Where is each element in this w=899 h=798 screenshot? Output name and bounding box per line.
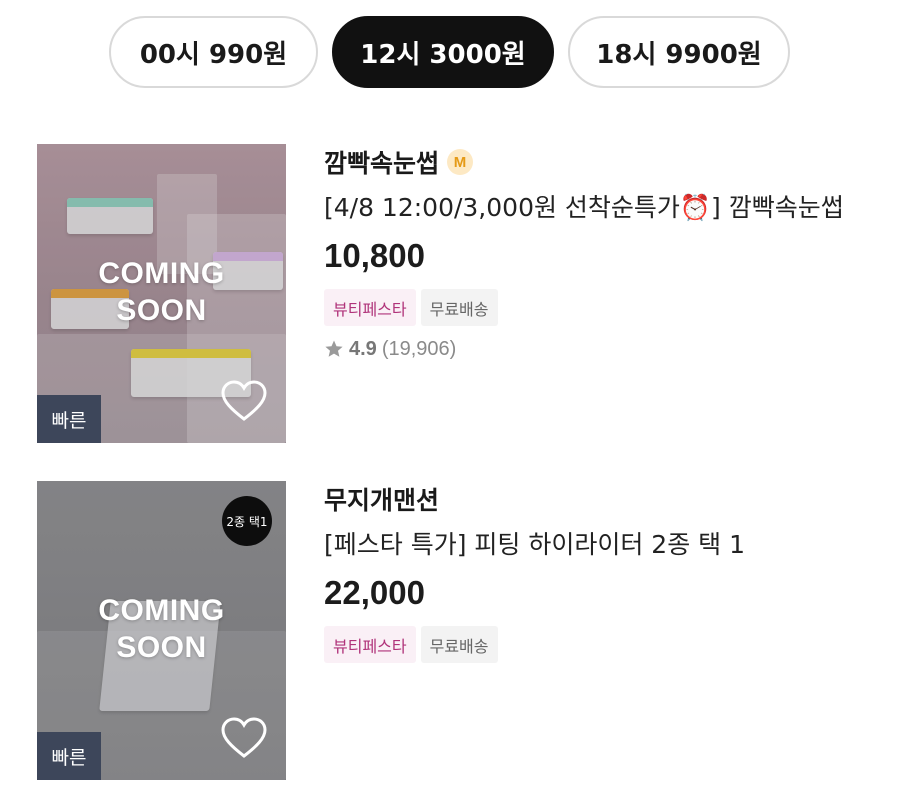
product-card[interactable]: 2종 택1 COMING SOON 빠른 무지개맨션 [페스타 특가] 피팅 하… [37,481,877,781]
product-price: 10,800 [324,237,425,274]
coming-soon-text: COMING SOON [98,594,225,664]
product-info: 무지개맨션 [페스타 특가] 피팅 하이라이터 2종 택 1 22,000 뷰티… [324,481,877,663]
star-icon [325,340,343,357]
tab-00[interactable]: 00시 990원 [109,16,318,88]
rating-score: 4.9 [349,337,377,360]
coming-soon-text: COMING SOON [98,257,225,327]
product-title[interactable]: [4/8 12:00/3,000원 선착순특가⏰] 깜빡속눈썹 [324,190,864,226]
tag-list: 뷰티페스타 무료배송 [324,626,877,663]
tab-12[interactable]: 12시 3000원 [332,16,554,88]
tab-18[interactable]: 18시 9900원 [568,16,790,88]
product-info: 깜빡속눈썹 M [4/8 12:00/3,000원 선착순특가⏰] 깜빡속눈썹 … [324,144,877,363]
tag-beauty-festa: 뷰티페스타 [324,289,416,326]
product-image[interactable]: COMING SOON 빠른 [37,144,286,443]
brand-name[interactable]: 깜빡속눈썹 [324,144,439,180]
product-image[interactable]: 2종 택1 COMING SOON 빠른 [37,481,286,780]
brand-row[interactable]: 무지개맨션 [324,481,877,517]
time-tabs: 00시 990원 12시 3000원 18시 9900원 [109,16,790,88]
brand-name[interactable]: 무지개맨션 [324,481,439,517]
page: 00시 990원 12시 3000원 18시 9900원 COMING SOON… [0,0,899,798]
option-badge: 2종 택1 [222,496,272,546]
heart-icon[interactable] [221,717,267,759]
rating-count: (19,906) [381,337,457,360]
fast-delivery-badge: 빠른 [37,395,101,443]
tag-free-shipping: 무료배송 [420,626,498,663]
product-title[interactable]: [페스타 특가] 피팅 하이라이터 2종 택 1 [324,527,864,563]
rating-row: 4.9 (19,906) [324,335,877,363]
product-price: 22,000 [324,574,425,611]
tag-beauty-festa: 뷰티페스타 [324,626,416,663]
fast-delivery-badge: 빠른 [37,732,101,780]
heart-icon[interactable] [221,380,267,422]
coming-soon-label: COMING SOON [37,255,286,329]
tag-list: 뷰티페스타 무료배송 [324,289,877,326]
membership-badge: M [447,149,474,175]
product-card[interactable]: COMING SOON 빠른 깜빡속눈썹 M [4/8 12:00/3,000원… [37,144,877,444]
coming-soon-label: COMING SOON [37,592,286,666]
tag-free-shipping: 무료배송 [420,289,498,326]
brand-row[interactable]: 깜빡속눈썹 M [324,144,877,180]
